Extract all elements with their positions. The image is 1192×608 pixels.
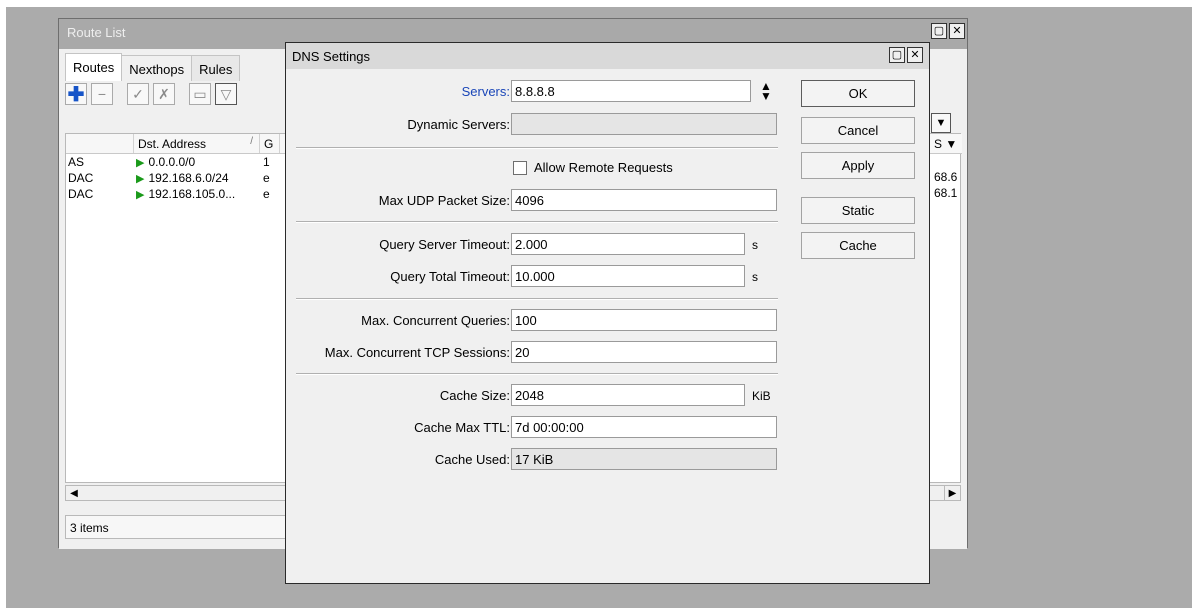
route-flags: DAC (68, 171, 94, 185)
route-gateway: 1 (263, 155, 270, 169)
column-header-pref-source[interactable]: S ▼ (932, 134, 962, 154)
servers-spinner-icon[interactable]: ▲ ▼ (760, 80, 772, 102)
find-dropdown-icon[interactable]: ▼ (931, 113, 951, 133)
scroll-right-icon[interactable]: ▶ (944, 486, 960, 500)
divider (296, 221, 778, 223)
active-route-icon: ▶ (136, 173, 145, 185)
maximize-icon[interactable]: ▢ (889, 47, 905, 63)
dns-settings-title: DNS Settings (292, 49, 371, 64)
cross-icon[interactable]: ✗ (153, 83, 175, 105)
servers-input[interactable]: 8.8.8.8 (511, 80, 751, 102)
column-pref-source: S ▼ 68.6 68.1 (932, 134, 962, 202)
cache-max-ttl-label: Cache Max TTL: (414, 420, 510, 435)
route-flags: DAC (68, 187, 94, 201)
query-server-timeout-input[interactable]: 2.000 (511, 233, 745, 255)
max-concurrent-tcp-sessions-label: Max. Concurrent TCP Sessions: (324, 345, 510, 360)
query-server-timeout-unit: s (752, 238, 758, 252)
query-total-timeout-input[interactable]: 10.000 (511, 265, 745, 287)
column-header-gateway[interactable]: G (260, 134, 280, 153)
static-button[interactable]: Static (801, 197, 915, 224)
status-bar: 3 items (65, 515, 295, 539)
max-concurrent-tcp-sessions-input[interactable]: 20 (511, 341, 777, 363)
cache-used-label: Cache Used: (434, 452, 510, 467)
divider (296, 298, 778, 300)
route-list-window-controls: ▢ ✕ (931, 23, 965, 39)
maximize-icon[interactable]: ▢ (931, 23, 947, 39)
divider (296, 373, 778, 375)
tab-nexthops[interactable]: Nexthops (121, 55, 193, 81)
dynamic-servers-field (511, 113, 777, 135)
cache-button[interactable]: Cache (801, 232, 915, 259)
divider (296, 147, 778, 149)
cache-size-label: Cache Size: (439, 388, 510, 403)
route-list-tabs: Routes Nexthops Rules (65, 53, 241, 81)
pref-source-cell (932, 154, 962, 170)
column-header-flags[interactable] (66, 134, 134, 153)
pref-source-cell: 68.6 (934, 170, 958, 184)
cache-size-input[interactable]: 2048 (511, 384, 745, 406)
allow-remote-requests-checkbox[interactable] (513, 161, 527, 175)
cache-size-unit: KiB (752, 389, 771, 403)
tab-routes[interactable]: Routes (65, 53, 123, 81)
cache-max-ttl-input[interactable]: 7d 00:00:00 (511, 416, 777, 438)
column-header-dst-address[interactable]: Dst. Address / (134, 134, 260, 153)
max-udp-packet-size-input[interactable]: 4096 (511, 189, 777, 211)
cancel-button[interactable]: Cancel (801, 117, 915, 144)
route-dst-address: ▶ 0.0.0.0/0 (136, 155, 196, 169)
dns-settings-titlebar[interactable]: DNS Settings (286, 43, 929, 69)
query-total-timeout-unit: s (752, 270, 758, 284)
apply-button[interactable]: Apply (801, 152, 915, 179)
route-flags: AS (68, 155, 85, 169)
route-dst-address: ▶ 192.168.6.0/24 (136, 171, 229, 185)
dns-window-controls: ▢ ✕ (889, 47, 923, 63)
close-icon[interactable]: ✕ (949, 23, 965, 39)
comment-icon[interactable]: ▭ (189, 83, 211, 105)
check-icon[interactable]: ✓ (127, 83, 149, 105)
scroll-left-icon[interactable]: ◀ (66, 486, 82, 500)
minus-icon[interactable]: − (91, 83, 113, 105)
dns-settings-window: DNS Settings ▢ ✕ Servers: 8.8.8.8 ▲ ▼ Dyn… (285, 42, 930, 584)
route-gateway: e (263, 187, 270, 201)
ok-button[interactable]: OK (801, 80, 915, 107)
tab-rules[interactable]: Rules (191, 55, 241, 81)
route-list-title: Route List (67, 25, 126, 40)
servers-label[interactable]: Servers: (292, 84, 510, 99)
max-udp-packet-size-label: Max UDP Packet Size: (378, 193, 510, 208)
cache-used-field: 17 KiB (511, 448, 777, 470)
active-route-icon: ▶ (136, 157, 145, 169)
max-concurrent-queries-label: Max. Concurrent Queries: (361, 313, 510, 328)
max-concurrent-queries-input[interactable]: 100 (511, 309, 777, 331)
route-dst-address: ▶ 192.168.105.0... (136, 187, 236, 201)
filter-icon[interactable]: ▽ (215, 83, 237, 105)
allow-remote-requests-label[interactable]: Allow Remote Requests (534, 160, 673, 175)
active-route-icon: ▶ (136, 189, 145, 201)
route-list-toolbar: ✚ − ✓ ✗ ▭ ▽ (65, 83, 237, 106)
column-dropdown-icon[interactable]: ▼ (945, 137, 957, 151)
route-gateway: e (263, 171, 270, 185)
query-server-timeout-label: Query Server Timeout: (379, 237, 510, 252)
close-icon[interactable]: ✕ (907, 47, 923, 63)
plus-icon[interactable]: ✚ (65, 83, 87, 106)
pref-source-cell: 68.1 (934, 186, 958, 200)
query-total-timeout-label: Query Total Timeout: (390, 269, 510, 284)
dynamic-servers-label: Dynamic Servers: (407, 117, 510, 132)
sort-icon: / (250, 136, 253, 147)
